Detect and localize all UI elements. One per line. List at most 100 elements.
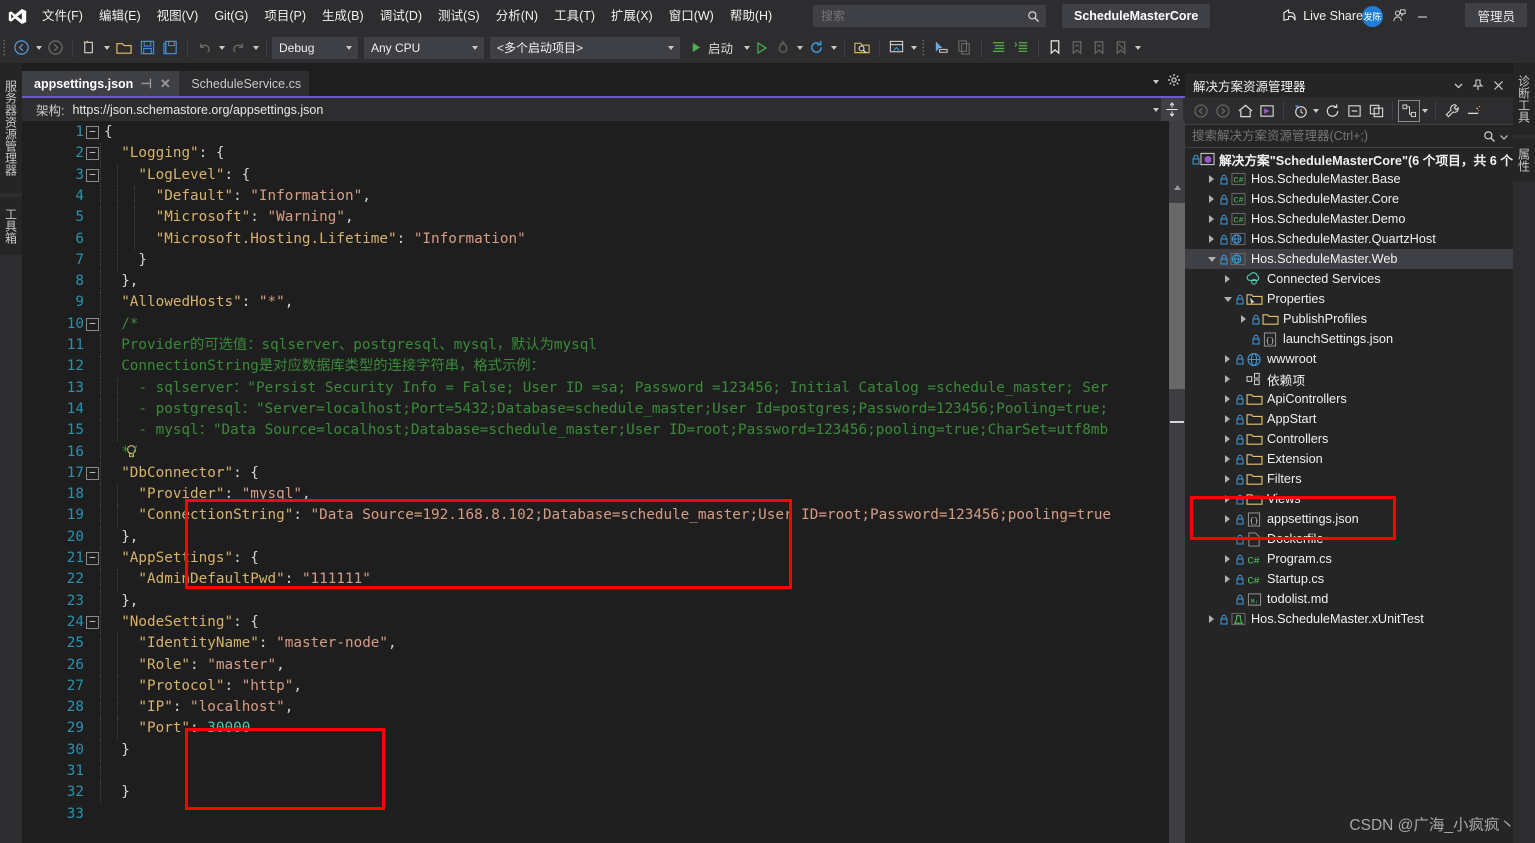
save-all-button[interactable] <box>159 36 182 60</box>
find-in-files-button[interactable] <box>850 36 874 60</box>
code-line[interactable]: 14 - postgresql："Server=localhost;Port=54… <box>22 398 1185 421</box>
code-line[interactable]: 29 "Port": 30000 <box>22 718 1185 740</box>
chevron-right-icon[interactable] <box>1221 549 1234 569</box>
menu-project[interactable]: 项目(P) <box>256 0 314 32</box>
hot-reload-button[interactable] <box>772 36 794 60</box>
fold-toggle-icon[interactable]: − <box>86 552 99 565</box>
tree-item-controllers[interactable]: Controllers <box>1185 429 1513 449</box>
tree-item-appstart[interactable]: AppStart <box>1185 409 1513 429</box>
fold-toggle-icon[interactable]: − <box>86 147 99 161</box>
fold-toggle-icon[interactable]: − <box>86 126 99 139</box>
menu-window[interactable]: 窗口(W) <box>661 0 722 32</box>
code-line[interactable]: 8}, <box>22 271 1185 293</box>
menu-help[interactable]: 帮助(H) <box>722 0 780 32</box>
code-line[interactable]: 6 "Microsoft.Hosting.Lifetime": "Informat… <box>22 228 1185 250</box>
code-line[interactable]: 20}, <box>22 526 1185 548</box>
startup-project-dropdown[interactable]: <多个启动项目> <box>490 36 680 59</box>
refresh-icon[interactable] <box>1321 100 1343 122</box>
code-line[interactable]: 27 "Protocol": "http", <box>22 675 1185 698</box>
tree-item-connected-services[interactable]: Connected Services <box>1185 269 1513 289</box>
code-line[interactable]: 10− /* <box>22 313 1185 335</box>
search-input[interactable] <box>813 9 1020 23</box>
chevron-right-icon[interactable] <box>1221 509 1234 529</box>
hot-reload-dropdown[interactable] <box>794 46 805 50</box>
chevron-right-icon[interactable] <box>1221 489 1234 509</box>
menu-debug[interactable]: 调试(D) <box>372 0 430 32</box>
navigate-forward-button[interactable] <box>1212 100 1234 122</box>
code-line[interactable]: 12 ConnectionString是对应数据库类型的连接字符串，格式示例： <box>22 356 1185 378</box>
code-line[interactable]: 15 - mysql："Data Source=localhost;Databas… <box>22 420 1185 442</box>
live-share-button[interactable]: Live Share <box>1275 4 1370 27</box>
undo-button[interactable] <box>193 36 216 60</box>
sidebar-item-server-explorer[interactable]: 服务器资源管理器 <box>0 63 22 193</box>
toolbar-overflow-button[interactable] <box>1132 46 1143 50</box>
comment-block-button[interactable] <box>987 36 1010 60</box>
menu-git[interactable]: Git(G) <box>206 0 256 32</box>
code-line[interactable]: 33 <box>22 804 1185 825</box>
code-line[interactable]: 13 - sqlserver："Persist Security Info = F… <box>22 377 1185 399</box>
schema-url[interactable]: https://json.schemastore.org/appsettings… <box>64 103 323 117</box>
code-line[interactable]: 19 "ConnectionString": "Data Source=192.1… <box>22 505 1185 527</box>
tree-item-hos.schedulemaster.base[interactable]: C# Hos.ScheduleMaster.Base <box>1185 169 1513 189</box>
code-line[interactable]: 26 "Role": "master", <box>22 654 1185 676</box>
tree-item-startup.cs[interactable]: C# Startup.cs <box>1185 569 1513 589</box>
chevron-down-icon[interactable] <box>1205 249 1218 269</box>
chevron-right-icon[interactable] <box>1221 349 1234 369</box>
redo-button[interactable] <box>227 36 250 60</box>
fold-toggle-icon[interactable]: − <box>86 615 99 629</box>
menu-tools[interactable]: 工具(T) <box>546 0 603 32</box>
chevron-down-icon[interactable] <box>1221 289 1234 309</box>
tree-item-launchsettings.json[interactable]: {} launchSettings.json <box>1185 329 1513 349</box>
tree-item--[interactable]: 依赖项 <box>1185 369 1513 389</box>
tree-item-hos.schedulemaster.xunittest[interactable]: Hos.ScheduleMaster.xUnitTest <box>1185 609 1513 629</box>
code-line[interactable]: 17− "DbConnector": { <box>22 462 1185 485</box>
solution-explorer-search[interactable] <box>1185 124 1513 148</box>
platform-dropdown[interactable]: Any CPU <box>364 36 484 59</box>
tree-item-apicontrollers[interactable]: ApiControllers <box>1185 389 1513 409</box>
collapse-all-button[interactable] <box>1343 100 1365 122</box>
code-line[interactable]: 31 <box>22 761 1185 783</box>
home-icon[interactable] <box>1234 100 1256 122</box>
toolbar-grip[interactable] <box>0 38 10 58</box>
chevron-down-icon[interactable] <box>467 46 482 50</box>
code-line[interactable]: 2− "Logging": { <box>22 143 1185 165</box>
chevron-right-icon[interactable] <box>1205 609 1218 629</box>
code-line[interactable]: 3− "LogLevel": { <box>22 164 1185 186</box>
chevron-right-icon[interactable] <box>1205 209 1218 229</box>
chevron-down-icon[interactable] <box>663 46 678 50</box>
pin-icon[interactable] <box>1468 75 1488 95</box>
restart-button[interactable] <box>805 36 828 60</box>
uncomment-block-button[interactable] <box>1010 36 1033 60</box>
previous-bookmark-button[interactable] <box>1066 36 1088 60</box>
code-line[interactable]: 23}, <box>22 590 1185 612</box>
start-without-debugging-button[interactable] <box>752 36 772 60</box>
schema-dropdown[interactable] <box>1150 98 1161 121</box>
code-line[interactable]: 24− "NodeSetting": { <box>22 611 1185 634</box>
open-file-button[interactable] <box>112 36 136 60</box>
tree-item-appsettings.json[interactable]: {} appsettings.json <box>1185 509 1513 529</box>
tab-appsettings-json[interactable]: appsettings.json ⊣ ✕ <box>22 71 180 96</box>
fold-toggle-icon[interactable]: − <box>86 317 99 331</box>
new-project-dropdown[interactable] <box>101 46 112 50</box>
code-line[interactable]: 5 "Microsoft": "Warning", <box>22 207 1185 229</box>
code-editor-surface[interactable]: 1−{2− "Logging": {3− "LogLevel": {4 "Defaul… <box>22 121 1185 843</box>
chevron-right-icon[interactable] <box>1221 409 1234 429</box>
solution-structure-dropdown[interactable] <box>1420 100 1430 122</box>
menu-extensions[interactable]: 扩展(X) <box>603 0 661 32</box>
tree-item-dockerfile[interactable]: Dockerfile <box>1185 529 1513 549</box>
build-configuration-dropdown[interactable]: Debug <box>272 36 358 59</box>
scroll-up-button[interactable] <box>1169 179 1185 195</box>
select-tool-button[interactable] <box>929 36 953 60</box>
tree-item-hos.schedulemaster.demo[interactable]: C# Hos.ScheduleMaster.Demo <box>1185 209 1513 229</box>
send-feedback-button[interactable] <box>1385 4 1413 27</box>
code-line[interactable]: 16 */ <box>22 441 1185 463</box>
menu-build[interactable]: 生成(B) <box>314 0 372 32</box>
tree-item-program.cs[interactable]: C# Program.cs <box>1185 549 1513 569</box>
filter-dropdown[interactable] <box>1311 100 1321 122</box>
split-editor-button[interactable] <box>1161 98 1183 121</box>
menu-edit[interactable]: 编辑(E) <box>91 0 149 32</box>
code-line[interactable]: 28 "IP": "localhost", <box>22 697 1185 719</box>
chevron-right-icon[interactable] <box>1221 429 1234 449</box>
new-project-button[interactable] <box>78 36 101 60</box>
code-line[interactable]: 32} <box>22 782 1185 804</box>
